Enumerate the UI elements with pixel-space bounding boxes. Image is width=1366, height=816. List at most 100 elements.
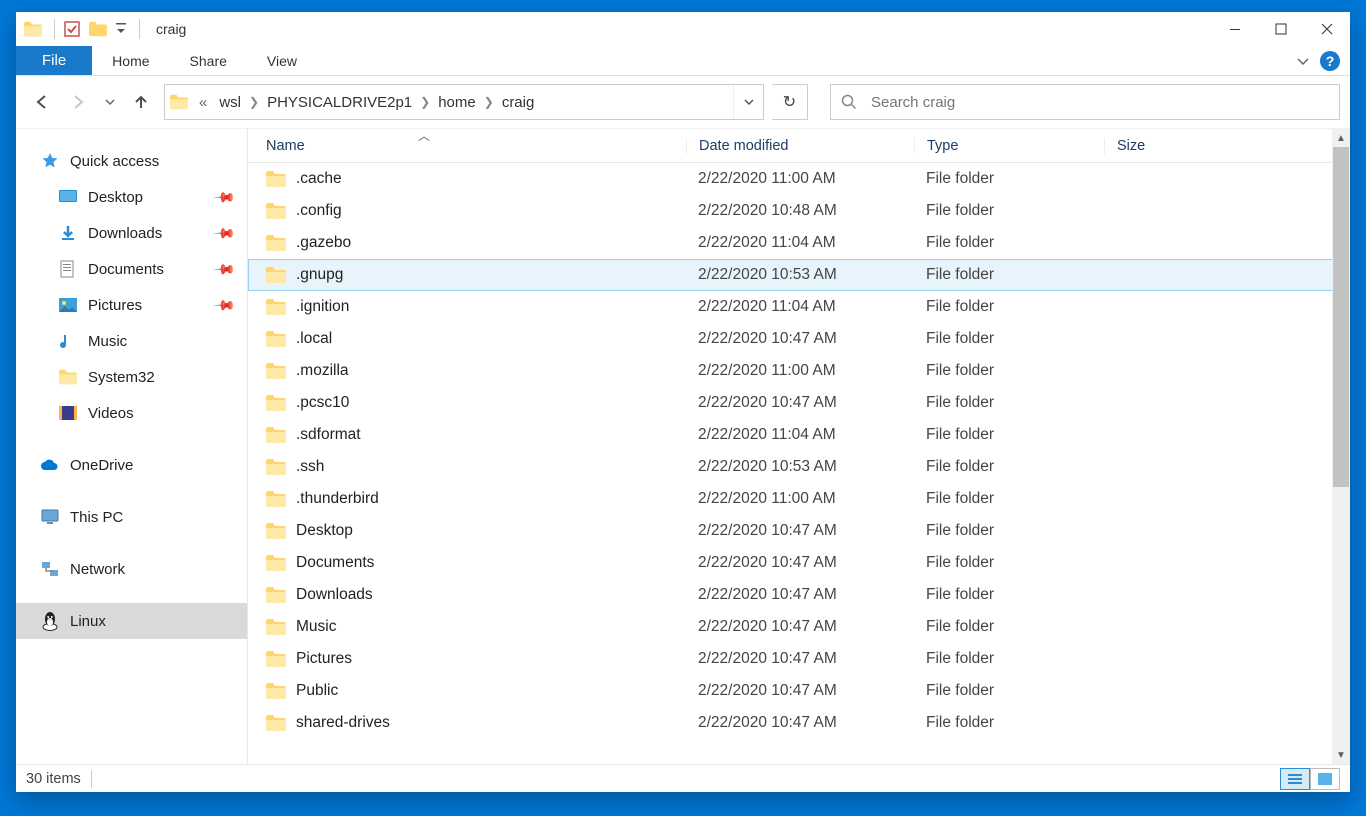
sort-indicator-icon: ︿ <box>418 127 430 144</box>
chevron-right-icon[interactable]: ❯ <box>482 95 496 109</box>
sidebar-network[interactable]: Network <box>16 551 247 587</box>
refresh-button[interactable]: ↻ <box>772 84 808 120</box>
table-row[interactable]: .cache2/22/2020 11:00 AMFile folder <box>248 163 1350 195</box>
tab-view[interactable]: View <box>247 46 317 75</box>
pin-icon: 📌 <box>212 257 236 281</box>
navigation-pane[interactable]: Quick access Desktop 📌 Downloads 📌 Docum… <box>16 129 248 764</box>
up-button[interactable] <box>126 87 156 117</box>
column-headers[interactable]: ︿ Name Date modified Type Size <box>248 129 1350 163</box>
file-date: 2/22/2020 10:53 AM <box>686 458 914 476</box>
table-row[interactable]: .gnupg2/22/2020 10:53 AMFile folder <box>248 259 1350 291</box>
file-name: .config <box>296 202 342 220</box>
folder-icon <box>266 395 286 411</box>
file-type: File folder <box>914 490 1104 508</box>
chevron-right-icon[interactable]: ❯ <box>247 95 261 109</box>
title-bar[interactable]: craig <box>16 12 1350 46</box>
file-name: .thunderbird <box>296 490 379 508</box>
file-type: File folder <box>914 682 1104 700</box>
qat-dropdown-icon[interactable] <box>113 18 129 40</box>
folder-icon <box>266 587 286 603</box>
search-input[interactable] <box>871 94 1339 111</box>
address-dropdown-icon[interactable] <box>733 85 763 119</box>
sidebar-downloads[interactable]: Downloads 📌 <box>16 215 247 251</box>
table-row[interactable]: .thunderbird2/22/2020 11:00 AMFile folde… <box>248 483 1350 515</box>
recent-locations-dropdown[interactable] <box>102 87 118 117</box>
address-bar[interactable]: « wsl❯PHYSICALDRIVE2p1❯home❯craig <box>164 84 764 120</box>
sidebar-system32[interactable]: System32 <box>16 359 247 395</box>
tab-home[interactable]: Home <box>92 46 169 75</box>
breadcrumb-segment[interactable]: home <box>432 94 482 111</box>
scroll-down-icon[interactable]: ▼ <box>1332 746 1350 764</box>
sidebar-quick-access[interactable]: Quick access <box>16 143 247 179</box>
scrollbar-thumb[interactable] <box>1333 147 1349 487</box>
folder-icon <box>266 683 286 699</box>
folder-icon <box>266 651 286 667</box>
breadcrumb-overflow[interactable]: « <box>193 94 213 111</box>
table-row[interactable]: Documents2/22/2020 10:47 AMFile folder <box>248 547 1350 579</box>
column-name[interactable]: Name <box>266 138 686 154</box>
column-date[interactable]: Date modified <box>686 138 914 154</box>
sidebar-onedrive[interactable]: OneDrive <box>16 447 247 483</box>
sidebar-videos[interactable]: Videos <box>16 395 247 431</box>
breadcrumb-segment[interactable]: wsl <box>213 94 247 111</box>
separator <box>54 19 55 39</box>
file-name: .pcsc10 <box>296 394 349 412</box>
folder-icon <box>165 94 193 110</box>
breadcrumb-segment[interactable]: craig <box>496 94 541 111</box>
table-row[interactable]: .sdformat2/22/2020 11:04 AMFile folder <box>248 419 1350 451</box>
sidebar-documents[interactable]: Documents 📌 <box>16 251 247 287</box>
file-date: 2/22/2020 10:53 AM <box>686 266 914 284</box>
view-large-icons-button[interactable] <box>1310 768 1340 790</box>
tab-share[interactable]: Share <box>170 46 247 75</box>
table-row[interactable]: .ignition2/22/2020 11:04 AMFile folder <box>248 291 1350 323</box>
file-date: 2/22/2020 10:47 AM <box>686 682 914 700</box>
forward-button[interactable] <box>64 87 94 117</box>
file-name: Public <box>296 682 338 700</box>
table-row[interactable]: Pictures2/22/2020 10:47 AMFile folder <box>248 643 1350 675</box>
search-box[interactable] <box>830 84 1340 120</box>
file-date: 2/22/2020 10:48 AM <box>686 202 914 220</box>
table-row[interactable]: Music2/22/2020 10:47 AMFile folder <box>248 611 1350 643</box>
file-type: File folder <box>914 650 1104 668</box>
maximize-button[interactable] <box>1258 12 1304 46</box>
table-row[interactable]: .mozilla2/22/2020 11:00 AMFile folder <box>248 355 1350 387</box>
sidebar-pictures[interactable]: Pictures 📌 <box>16 287 247 323</box>
search-icon <box>841 94 857 110</box>
folder-icon <box>266 363 286 379</box>
back-button[interactable] <box>26 87 56 117</box>
column-size[interactable]: Size <box>1104 138 1350 154</box>
properties-qat-icon[interactable] <box>61 18 83 40</box>
file-type: File folder <box>914 202 1104 220</box>
file-type: File folder <box>914 330 1104 348</box>
table-row[interactable]: Public 2/22/2020 10:47 AMFile folder <box>248 675 1350 707</box>
help-icon[interactable]: ? <box>1320 51 1340 71</box>
tab-file[interactable]: File <box>16 46 92 75</box>
ribbon-collapse-icon[interactable] <box>1296 54 1310 68</box>
sidebar-this-pc[interactable]: This PC <box>16 499 247 535</box>
scroll-up-icon[interactable]: ▲ <box>1332 129 1350 147</box>
ribbon: File Home Share View ? <box>16 46 1350 76</box>
file-date: 2/22/2020 11:04 AM <box>686 426 914 444</box>
vertical-scrollbar[interactable]: ▲ ▼ <box>1332 129 1350 764</box>
table-row[interactable]: .local2/22/2020 10:47 AMFile folder <box>248 323 1350 355</box>
column-type[interactable]: Type <box>914 138 1104 154</box>
table-row[interactable]: .config 2/22/2020 10:48 AMFile folder <box>248 195 1350 227</box>
table-row[interactable]: .pcsc102/22/2020 10:47 AMFile folder <box>248 387 1350 419</box>
sidebar-desktop[interactable]: Desktop 📌 <box>16 179 247 215</box>
table-row[interactable]: Desktop2/22/2020 10:47 AMFile folder <box>248 515 1350 547</box>
view-details-button[interactable] <box>1280 768 1310 790</box>
table-row[interactable]: Downloads2/22/2020 10:47 AMFile folder <box>248 579 1350 611</box>
breadcrumb-segment[interactable]: PHYSICALDRIVE2p1 <box>261 94 418 111</box>
table-row[interactable]: .ssh2/22/2020 10:53 AMFile folder <box>248 451 1350 483</box>
sidebar-item-label: Documents <box>88 261 164 278</box>
table-row[interactable]: shared-drives2/22/2020 10:47 AMFile fold… <box>248 707 1350 739</box>
sidebar-linux[interactable]: Linux <box>16 603 247 639</box>
table-row[interactable]: .gazebo2/22/2020 11:04 AMFile folder <box>248 227 1350 259</box>
folder-icon <box>266 619 286 635</box>
chevron-right-icon[interactable]: ❯ <box>418 95 432 109</box>
sidebar-music[interactable]: Music <box>16 323 247 359</box>
minimize-button[interactable] <box>1212 12 1258 46</box>
folder-icon <box>58 367 78 387</box>
close-button[interactable] <box>1304 12 1350 46</box>
new-folder-qat-icon[interactable] <box>87 18 109 40</box>
